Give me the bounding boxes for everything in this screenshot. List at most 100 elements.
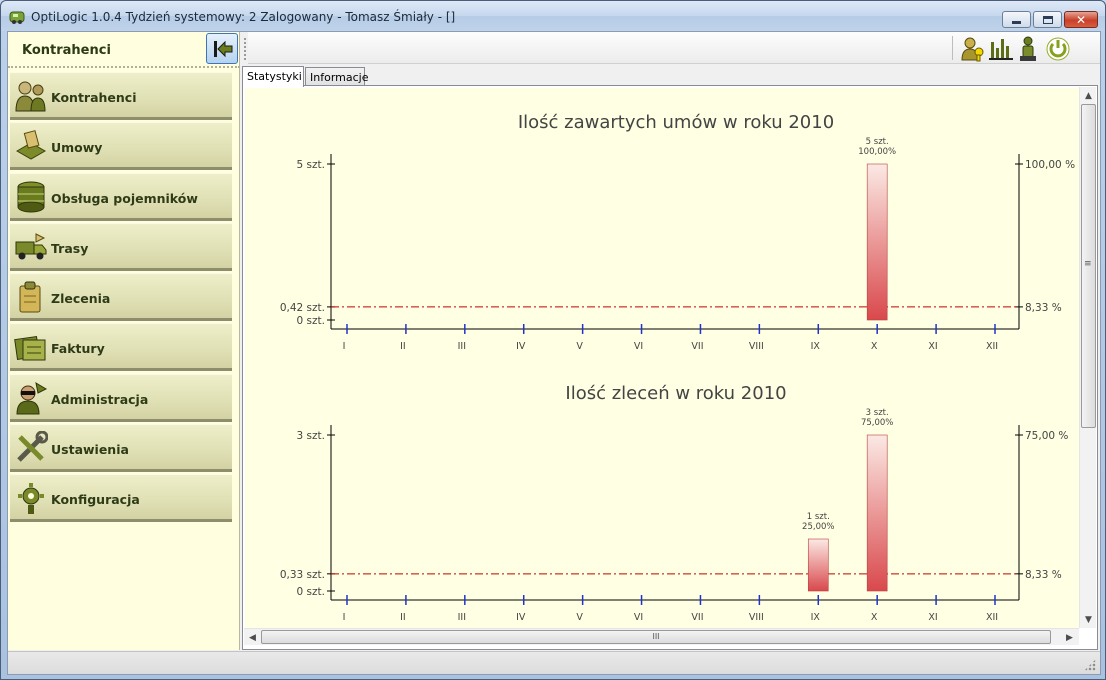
x-tick-label: VII [691, 341, 703, 352]
settings-tools-icon [17, 431, 48, 462]
configuration-gear-icon [18, 483, 44, 515]
sidebar-item-kontrahenci[interactable]: Kontrahenci [10, 72, 232, 120]
sidebar-nav: Kontrahenci Umowy Obsługa pojemników Trasy Z… [10, 72, 232, 525]
x-tick-label: XII [986, 341, 998, 352]
x-tick-label: VII [691, 612, 703, 623]
x-tick-label: IX [811, 612, 821, 623]
maximize-button[interactable] [1033, 11, 1062, 28]
client-area: Kontrahenci Kontrahenci Umowy Obsługa poje… [7, 31, 1101, 675]
bar-data-label: 1 szt. [807, 512, 830, 522]
horizontal-scroll-thumb[interactable]: III [261, 630, 1051, 644]
sidebar-item-label: Trasy [51, 240, 89, 256]
charts-svg: Ilość zawartych umów w roku 20100 szt.0,… [280, 112, 1075, 623]
bar-x [866, 163, 888, 321]
resize-grip[interactable] [1084, 659, 1096, 671]
contractors-icon [15, 81, 46, 112]
horizontal-scrollbar[interactable]: ◀ III ▶ [244, 628, 1079, 645]
x-tick-label: V [576, 612, 583, 623]
y-tick-label-left: 0,42 szt. [280, 302, 325, 314]
scroll-left-arrow-icon[interactable]: ◀ [245, 630, 260, 645]
x-tick-label: VIII [749, 612, 764, 623]
sidebar-item-label: Umowy [51, 140, 103, 156]
x-tick-label: VI [634, 341, 643, 352]
sidebar-item-label: Zlecenia [51, 291, 111, 307]
splitter-grip[interactable] [244, 38, 246, 60]
sidebar-item-administracja[interactable]: Administracja [10, 373, 232, 422]
status-bar [8, 651, 1100, 674]
y-tick-label-left: 0 szt. [297, 586, 325, 598]
y-tick-label-right: 8,33 % [1025, 569, 1062, 581]
info-person-icon[interactable] [1015, 36, 1041, 62]
window-title: OptiLogic 1.0.4 Tydzień systemowy: 2 Zal… [31, 10, 456, 24]
tab-statystyki[interactable]: Statystyki [242, 66, 304, 87]
scroll-down-arrow-icon[interactable]: ▼ [1081, 612, 1096, 627]
sidebar-item-konfiguracja[interactable]: Konfiguracja [10, 474, 232, 523]
sidebar-item-ustawienia[interactable]: Ustawienia [10, 424, 232, 473]
close-button[interactable]: ✕ [1064, 11, 1098, 28]
x-tick-label: XI [928, 612, 937, 623]
sidebar-item-label: Konfiguracja [51, 492, 140, 508]
collapse-left-arrow-icon [214, 40, 233, 58]
x-tick-label: I [343, 612, 346, 623]
minimize-button[interactable] [1002, 11, 1031, 28]
bar-data-label: 25,00% [802, 522, 834, 532]
collapse-sidebar-button[interactable] [206, 33, 238, 64]
tab-informacje[interactable]: Informacje [305, 67, 368, 87]
y-tick-label-right: 75,00 % [1025, 430, 1068, 442]
x-tick-label: IV [516, 612, 526, 623]
title-bar[interactable]: OptiLogic 1.0.4 Tydzień systemowy: 2 Zal… [1, 1, 1105, 31]
x-tick-label: III [458, 341, 466, 352]
user-key-icon[interactable] [960, 36, 986, 62]
x-tick-label: I [343, 341, 346, 352]
app-window: OptiLogic 1.0.4 Tydzień systemowy: 2 Zal… [0, 0, 1106, 680]
sidebar-item-label: Administracja [51, 391, 149, 407]
bar-data-label: 75,00% [861, 418, 893, 428]
sidebar-item-label: Kontrahenci [51, 90, 137, 105]
x-tick-label: X [871, 341, 878, 352]
v-grip-glyph: ≡ [1084, 259, 1092, 269]
chart-title: Ilość zleceń w roku 2010 [565, 383, 786, 404]
maximize-icon [1034, 12, 1061, 27]
bar-ix [807, 538, 829, 592]
sidebar-item-faktury[interactable]: Faktury [10, 323, 232, 372]
y-tick-label-left: 0,33 szt. [280, 569, 325, 581]
charts-container: Ilość zawartych umów w roku 2010 0 szt. 0,… [245, 88, 1079, 628]
bar-chart-icon[interactable] [988, 36, 1014, 62]
x-tick-label: X [871, 612, 878, 623]
scroll-up-arrow-icon[interactable]: ▲ [1081, 88, 1096, 103]
bar-data-label: 100,00% [858, 147, 896, 157]
x-tick-label: V [576, 341, 583, 352]
toolbar [248, 32, 1100, 64]
app-logo-icon [9, 11, 25, 24]
sidebar-item-zlecenia[interactable]: Zlecenia [10, 273, 232, 322]
power-icon[interactable] [1045, 36, 1071, 62]
bar-data-label: 3 szt. [866, 408, 889, 418]
minimize-icon [1003, 12, 1030, 27]
sidebar-item-label: Ustawienia [51, 442, 129, 458]
x-tick-label: VI [634, 612, 643, 623]
bar-x [866, 434, 888, 592]
scroll-right-arrow-icon[interactable]: ▶ [1062, 630, 1077, 645]
statistics-panel: Ilość zawartych umów w roku 2010 0 szt. 0,… [242, 85, 1098, 650]
sidebar-item-umowy[interactable]: Umowy [10, 122, 232, 171]
sidebar-title: Kontrahenci [22, 43, 111, 58]
toolbar-separator [952, 36, 953, 60]
x-tick-label: IV [516, 341, 526, 352]
vertical-scroll-thumb[interactable]: ≡ [1081, 104, 1096, 428]
sidebar-item-trasy[interactable]: Trasy [10, 222, 232, 271]
y-tick-label-right: 100,00 % [1025, 159, 1075, 171]
x-tick-label: VIII [749, 341, 764, 352]
chart-title: Ilość zawartych umów w roku 2010 [518, 112, 834, 133]
contracts-icon [15, 130, 47, 160]
vertical-scrollbar[interactable]: ▲ ≡ ▼ [1079, 87, 1096, 628]
containers-icon [17, 181, 45, 213]
sidebar-item-obsługa-pojemników[interactable]: Obsługa pojemników [10, 172, 232, 221]
routes-truck-icon [15, 233, 47, 260]
sidebar-item-label: Obsługa pojemników [51, 190, 198, 206]
sidebar: Kontrahenci Kontrahenci Umowy Obsługa poje… [8, 32, 240, 650]
x-tick-label: II [400, 612, 406, 623]
y-tick-label-left: 0 szt. [297, 315, 325, 327]
x-tick-label: II [400, 341, 406, 352]
x-tick-label: IX [811, 341, 821, 352]
close-icon: ✕ [1075, 12, 1087, 27]
